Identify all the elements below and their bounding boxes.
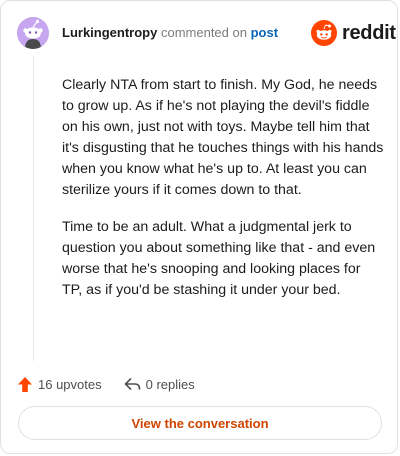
username-link[interactable]: Lurkingentropy [62, 25, 157, 40]
comment-paragraph: Clearly NTA from start to finish. My God… [62, 77, 384, 198]
upvote-button[interactable]: 16 upvotes [17, 376, 102, 393]
snoo-avatar-icon [17, 17, 49, 49]
upvote-arrow-icon [18, 376, 32, 392]
comment-card: Lurkingentropy commented on post reddit … [0, 0, 398, 454]
comment-paragraph: Time to be an adult. What a judgmental j… [62, 219, 376, 298]
reply-arrow-icon [124, 378, 140, 390]
reddit-logo[interactable]: reddit [311, 19, 396, 47]
reddit-wordmark: reddit [342, 21, 396, 44]
user-avatar[interactable] [17, 17, 49, 49]
commented-on-text: commented on [160, 25, 247, 40]
comment-actions: 16 upvotes 0 replies [17, 375, 195, 393]
view-conversation-button[interactable]: View the conversation [18, 406, 382, 440]
comment-header: Lurkingentropy commented on post [62, 25, 278, 41]
reddit-snoo-icon [311, 20, 337, 46]
post-link[interactable]: post [251, 25, 278, 40]
comment-body: Clearly NTA from start to finish. My God… [62, 75, 384, 317]
upvote-count: 16 upvotes [38, 376, 102, 392]
thread-line [33, 56, 34, 361]
replies-button[interactable]: 0 replies [124, 377, 195, 392]
reply-count: 0 replies [145, 376, 195, 392]
